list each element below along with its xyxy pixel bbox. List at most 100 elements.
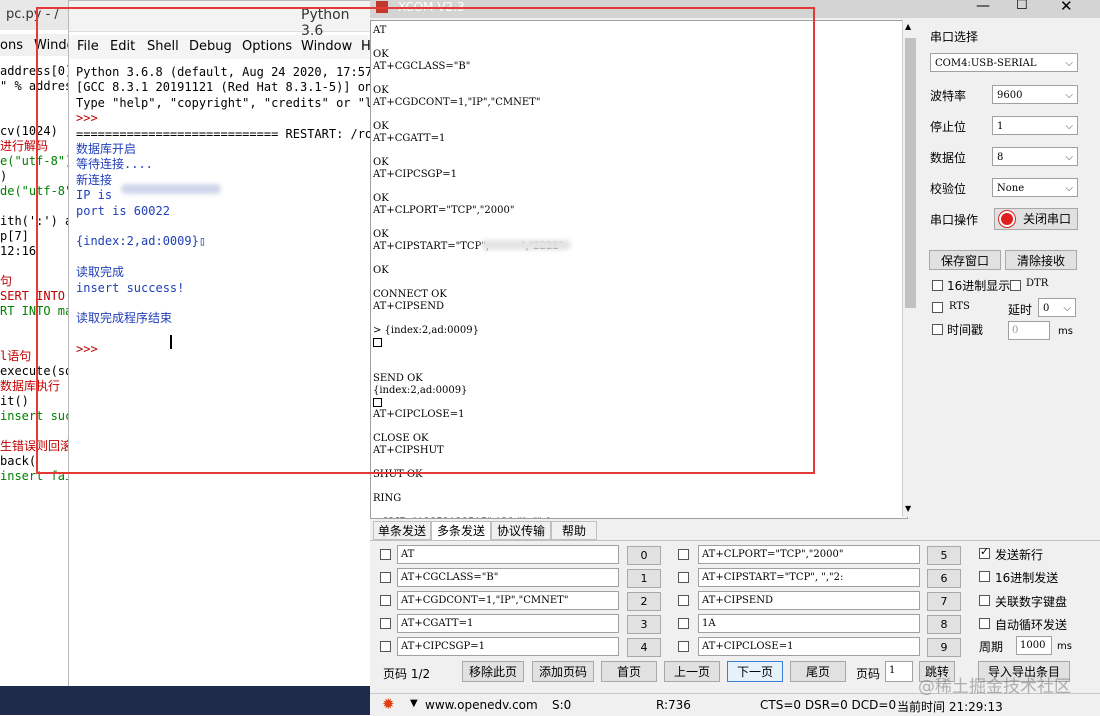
multi-send-input[interactable]: AT+CGDCONT=1,"IP","CMNET"	[397, 591, 619, 610]
editor-code-line: it()	[0, 394, 29, 408]
receive-line: SEND OK	[373, 373, 423, 384]
multi-send-input[interactable]: AT+CGATT=1	[397, 614, 619, 633]
link-keyboard-checkbox[interactable]	[979, 595, 990, 606]
unprintable-char-icon	[373, 338, 382, 347]
menu-shell[interactable]: Shell	[147, 39, 179, 54]
multi-send-input[interactable]: AT+CIPSTART="TCP", ","2:	[698, 568, 920, 587]
scroll-thumb[interactable]	[905, 38, 916, 308]
multi-send-input[interactable]: AT+CIPSEND	[698, 591, 920, 610]
editor-code-line: " % addres	[0, 79, 73, 93]
close-port-button[interactable]: 关闭串口	[994, 208, 1078, 230]
dtr-checkbox[interactable]	[1010, 280, 1021, 291]
receive-line: +CLIP: "13853128515",129,"",,"",0	[373, 517, 551, 518]
scroll-up-icon[interactable]: ▲	[905, 22, 911, 31]
receive-line	[373, 337, 382, 349]
port-select[interactable]: COM4:USB-SERIAL ⌵	[930, 53, 1078, 72]
multi-send-button[interactable]: 9	[927, 638, 961, 657]
maximize-icon[interactable]: ☐	[1016, 0, 1028, 13]
baud-label: 波特率	[930, 89, 967, 103]
xcom-window: XCOM V2.3 — ☐ ✕ AT OK AT+CGCLASS="B" OK AT+C…	[370, 0, 1100, 716]
chevron-down-icon[interactable]: ▼	[410, 698, 418, 709]
receive-line: AT+CIPCSGP=1	[373, 169, 458, 180]
multi-send-input[interactable]: AT	[397, 545, 619, 564]
receive-line: RING	[373, 493, 402, 504]
shell-line: 新连接	[76, 172, 113, 187]
editor-code-line: execute(sq	[0, 364, 73, 378]
multi-send-checkbox[interactable]	[380, 549, 391, 560]
last-page-button[interactable]: 尾页	[790, 661, 846, 682]
multi-send-checkbox[interactable]	[678, 549, 689, 560]
prev-page-button[interactable]: 上一页	[664, 661, 720, 682]
receive-line: OK	[373, 49, 389, 60]
save-window-button[interactable]: 保存窗口	[929, 250, 1001, 270]
next-page-button[interactable]: 下一页	[727, 661, 783, 682]
gear-icon[interactable]: ✹	[382, 695, 395, 713]
add-page-button[interactable]: 添加页码	[532, 661, 594, 682]
page-input[interactable]: 1	[885, 661, 913, 682]
receive-line: AT+CLPORT="TCP","2000"	[373, 205, 515, 216]
data-bits-select[interactable]: 8 ⌵	[992, 147, 1078, 166]
multi-send-button[interactable]: 5	[927, 546, 961, 565]
multi-send-checkbox[interactable]	[678, 572, 689, 583]
receive-scrollbar[interactable]: ▲ ▼	[902, 20, 919, 517]
first-page-button[interactable]: 首页	[601, 661, 657, 682]
stop-select[interactable]: 1 ⌵	[992, 116, 1078, 135]
rts-checkbox[interactable]	[932, 302, 943, 313]
multi-send-checkbox[interactable]	[678, 595, 689, 606]
multi-send-button[interactable]: 6	[927, 569, 961, 588]
multi-send-input[interactable]: AT+CGCLASS="B"	[397, 568, 619, 587]
hex-send-checkbox[interactable]	[979, 571, 990, 582]
multi-send-checkbox[interactable]	[678, 641, 689, 652]
period-input[interactable]: 1000	[1016, 636, 1052, 655]
multi-send-input[interactable]: 1A	[698, 614, 920, 633]
multi-send-button[interactable]: 1	[627, 569, 661, 588]
menu-options[interactable]: Options	[242, 39, 292, 54]
scroll-down-icon[interactable]: ▼	[905, 504, 911, 513]
site-link[interactable]: www.openedv.com	[425, 698, 538, 712]
multi-send-input[interactable]: AT+CLPORT="TCP","2000"	[698, 545, 920, 564]
menu-window[interactable]: Window	[301, 39, 352, 54]
multi-send-checkbox[interactable]	[380, 618, 391, 629]
multi-send-button[interactable]: 2	[627, 592, 661, 611]
tab-multi-send[interactable]: 多条发送	[431, 521, 491, 540]
menu-file[interactable]: File	[77, 39, 99, 54]
auto-loop-checkbox[interactable]	[979, 618, 990, 629]
menu-edit[interactable]: Edit	[110, 39, 135, 54]
tab-protocol[interactable]: 协议传输	[491, 521, 551, 540]
receive-line: AT+CGATT=1	[373, 133, 446, 144]
shell-line: [GCC 8.3.1 20191121 (Red Hat 8.3.1-5)] o…	[76, 80, 372, 95]
multi-send-input[interactable]: AT+CIPCLOSE=1	[698, 637, 920, 656]
multi-send-button[interactable]: 7	[927, 592, 961, 611]
menu-debug[interactable]: Debug	[189, 39, 232, 54]
clear-receive-button[interactable]: 清除接收	[1005, 250, 1077, 270]
receive-area[interactable]: AT OK AT+CGCLASS="B" OK AT+CGDCONT=1,"IP","C…	[370, 20, 908, 519]
shell-line: insert success!	[76, 280, 185, 295]
close-icon[interactable]: ✕	[1060, 0, 1073, 15]
timestamp-checkbox[interactable]	[932, 324, 943, 335]
minimize-icon[interactable]: —	[976, 0, 990, 14]
receive-line: CONNECT OK	[373, 289, 447, 300]
multi-send-checkbox[interactable]	[380, 641, 391, 652]
editor-titlebar: pc.py - /	[0, 0, 72, 30]
editor-menu-options[interactable]: ons	[0, 38, 23, 53]
delay-select[interactable]: 0 ⌵	[1038, 298, 1076, 317]
multi-send-button[interactable]: 3	[627, 615, 661, 634]
timestamp-input[interactable]: 0	[1008, 321, 1050, 340]
multi-send-button[interactable]: 4	[627, 638, 661, 657]
multi-send-button[interactable]: 0	[627, 546, 661, 565]
multi-send-checkbox[interactable]	[678, 618, 689, 629]
hex-display-checkbox[interactable]	[932, 280, 943, 291]
multi-send-checkbox[interactable]	[380, 572, 391, 583]
baud-select[interactable]: 9600 ⌵	[992, 85, 1078, 104]
chevron-down-icon: ⌵	[1063, 303, 1071, 314]
send-newline-checkbox[interactable]	[979, 545, 990, 559]
receive-line: AT+CIPSHUT	[373, 445, 444, 456]
tab-single-send[interactable]: 单条发送	[373, 521, 431, 540]
redacted-ip	[481, 240, 571, 250]
multi-send-checkbox[interactable]	[380, 595, 391, 606]
parity-select[interactable]: None ⌵	[992, 178, 1078, 197]
multi-send-input[interactable]: AT+CIPCSGP=1	[397, 637, 619, 656]
multi-send-button[interactable]: 8	[927, 615, 961, 634]
remove-page-button[interactable]: 移除此页	[462, 661, 524, 682]
tab-help[interactable]: 帮助	[551, 521, 597, 540]
